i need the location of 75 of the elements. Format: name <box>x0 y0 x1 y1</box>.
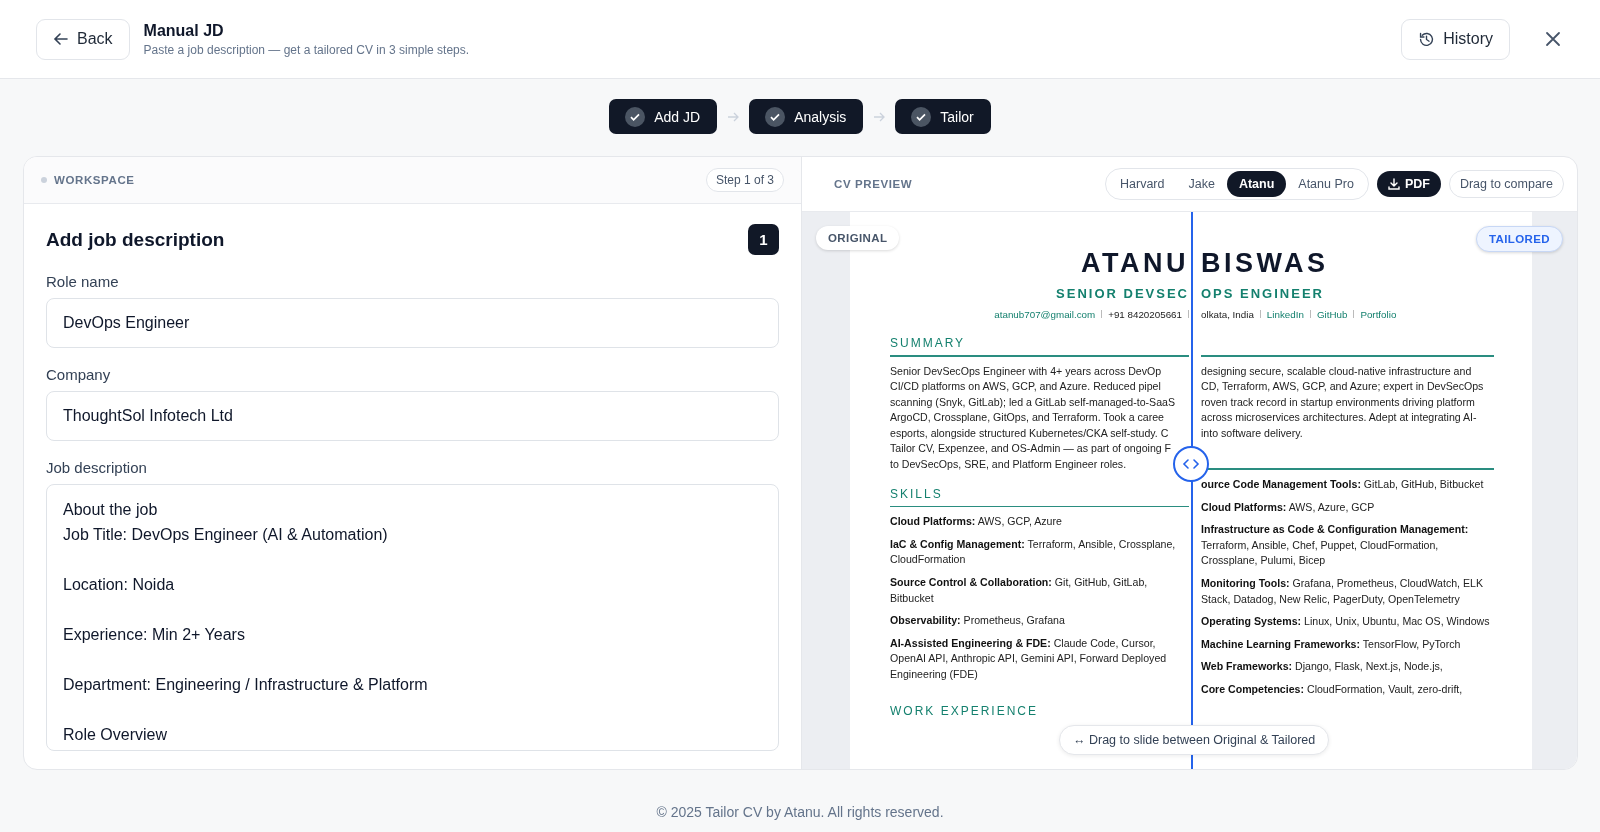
back-button[interactable]: Back <box>36 18 130 60</box>
template-tab[interactable]: Harvard <box>1108 171 1177 197</box>
arrow-left-icon <box>53 31 69 47</box>
section-heading: WORK EXPERIENCE <box>890 703 1040 720</box>
job-description-field[interactable]: About the job Job Title: DevOps Engineer (AI & Automation) Location: Noida Experience: Min 2+ Years Department: Engineering / Infrastructure & Platform Role Overview <box>46 484 779 751</box>
section-heading: SUMMARY <box>890 336 967 352</box>
compare-button[interactable]: Drag to compare <box>1448 170 1564 198</box>
cv-job-title: SENIOR DEVSEC <box>1055 286 1189 303</box>
check-icon <box>765 106 786 127</box>
text-field[interactable]: ThoughtSol Infotech Ltd <box>46 391 779 441</box>
summary-text: roven track record in startup environments driving platform <box>1201 394 1476 410</box>
summary-text: Tailor CV, Expenzee, and OS-Admin — as part of ongoing F <box>890 441 1173 457</box>
arrow-right-icon <box>727 110 740 123</box>
template-tab[interactable]: Atanu Pro <box>1286 171 1366 197</box>
tailored-badge: TAILORED <box>1475 226 1563 252</box>
skill-line: AI-Assisted Engineering & FDE: Claude Code, Cursor, OpenAI API, Anthropic API, Gemini API, Forward Deployed Engineering (FDE) <box>890 635 1168 682</box>
status-dot <box>41 177 47 183</box>
summary-text: ArgoCD, Crossplane, GitOps, and Terraform. Took a caree <box>890 410 1165 426</box>
skill-line: Cloud Platforms: AWS, Azure, GCP <box>1201 499 1376 515</box>
history-button[interactable]: History <box>1401 18 1510 60</box>
skill-line: Machine Learning Frameworks: TensorFlow, PyTorch <box>1201 636 1462 652</box>
pdf-button[interactable]: PDF <box>1376 171 1441 197</box>
template-tab[interactable]: Jake <box>1176 171 1227 197</box>
panel-label: WORKSPACE <box>54 174 136 186</box>
field-label: Company <box>46 366 112 383</box>
step-tab[interactable]: Analysis <box>749 99 864 134</box>
cv-name: BISWAS <box>1201 248 1330 280</box>
skill-line: Observability: Prometheus, Grafana <box>890 613 1066 629</box>
contact-link[interactable]: atanub707@gmail.com <box>994 308 1096 320</box>
section-heading: SKILLS <box>890 486 944 503</box>
contact-text: +91 8420205661 <box>1108 308 1182 320</box>
check-icon <box>911 106 932 127</box>
original-badge: ORIGINAL <box>816 226 900 250</box>
step-tab[interactable]: Tailor <box>895 99 991 134</box>
skill-line: Core Competencies: CloudFormation, Vault, zero-drift, <box>1201 681 1464 697</box>
skill-line: Infrastructure as Code & Configuration Management: Terraform, Ansible, Chef, Puppet, CloudFormation, Crossplane, Pulumi, Bicep <box>1201 522 1470 569</box>
contact-text: olkata, India <box>1201 308 1254 320</box>
download-icon <box>1387 178 1400 190</box>
summary-text: to DevSecOps, SRE, and Platform Engineer roles. <box>890 457 1128 473</box>
field-label: Role name <box>46 273 120 290</box>
skill-line: IaC & Config Management: Terraform, Ansible, Crossplane, CloudFormation <box>890 536 1177 568</box>
summary-text: esports, alongside structured Kubernetes/CKA self-study. C <box>890 425 1170 441</box>
step-tab[interactable]: Add JD <box>609 99 718 134</box>
skill-line: Web Frameworks: Django, Flask, Next.js, Node.js, <box>1201 659 1444 675</box>
check-icon <box>625 106 646 127</box>
step-number: 1 <box>748 224 779 255</box>
text-field[interactable]: DevOps Engineer <box>46 298 779 348</box>
cv-job-title: OPS ENGINEER <box>1201 286 1325 303</box>
cv-name: ATANU <box>1080 248 1189 280</box>
skill-line: Cloud Platforms: AWS, GCP, Azure <box>890 514 1063 530</box>
template-tab[interactable]: Atanu <box>1226 171 1287 197</box>
summary-text: into software delivery. <box>1201 425 1304 441</box>
contact-link[interactable]: LinkedIn <box>1266 308 1304 320</box>
field-label: Job description <box>46 459 148 476</box>
contact-link[interactable]: GitHub <box>1316 308 1348 320</box>
summary-text: Senior DevSecOps Engineer with 4+ years across DevOp <box>890 363 1163 379</box>
step-badge: Step 1 of 3 <box>705 168 784 192</box>
summary-text: CI/CD platforms on AWS, GCP, and Azure. Reduced pipel <box>890 379 1162 395</box>
contact-link[interactable]: Portfolio <box>1360 308 1397 320</box>
slide-hint: ↔ Drag to slide between Original & Tailored <box>1059 725 1330 755</box>
skill-line: Source Control & Collaboration: Git, GitHub, GitLab, Bitbucket <box>890 574 1149 606</box>
skill-line: Monitoring Tools: Grafana, Prometheus, CloudWatch, ELK Stack, Datadog, New Relic, PagerDuty, OpenTelemetry <box>1201 575 1484 607</box>
summary-text: CD, Terraform, AWS, GCP, and Azure; expert in DevSecOps <box>1201 379 1485 395</box>
panel-label: CV PREVIEW <box>834 178 914 190</box>
skill-line: Operating Systems: Linux, Unix, Ubuntu, Mac OS, Windows <box>1201 614 1491 630</box>
history-icon <box>1418 30 1436 48</box>
footer-text: © 2025 Tailor CV by Atanu. All rights reserved. <box>655 804 945 820</box>
summary-text: scanning (Snyk, GitLab); led a GitLab self-managed-to-SaaS <box>890 394 1176 410</box>
page-subtitle: Paste a job description — get a tailored CV in 3 simple steps. <box>143 42 471 57</box>
section-title: Add job description <box>46 228 225 251</box>
page-title: Manual JD <box>143 21 225 40</box>
summary-text: across microservices architectures. Adept at integrating AI- <box>1201 410 1478 426</box>
arrow-right-icon <box>873 110 886 123</box>
summary-text: designing secure, scalable cloud-native infrastructure and <box>1201 363 1473 379</box>
skill-line: ource Code Management Tools: GitLab, GitHub, Bitbucket <box>1201 476 1485 492</box>
